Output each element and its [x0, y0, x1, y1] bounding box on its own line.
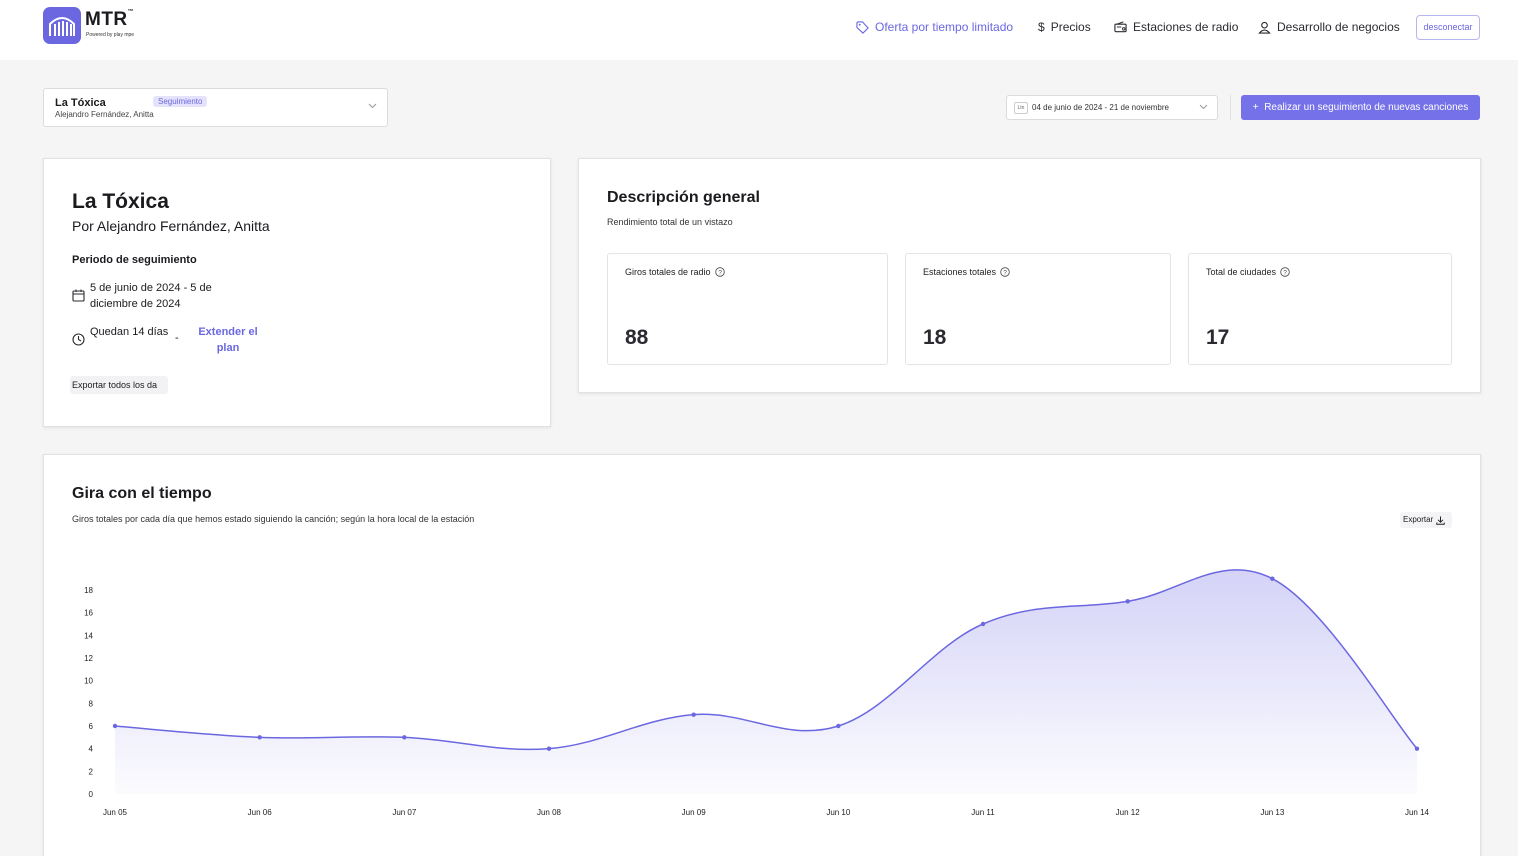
chart-y-tick-label: 10 — [84, 677, 93, 686]
chart-point — [691, 712, 696, 717]
tag-icon — [856, 20, 869, 34]
chart-point — [257, 735, 262, 740]
plus-icon: + — [1252, 102, 1259, 113]
track-new-songs-label: Realizar un seguimiento de nuevas cancio… — [1264, 102, 1469, 113]
nav-prices[interactable]: $ Precios — [1038, 20, 1091, 34]
toolbar-divider — [1230, 95, 1231, 120]
help-icon[interactable]: ? — [1280, 267, 1290, 277]
nav-radio-stations-label: Estaciones de radio — [1133, 20, 1239, 34]
chart-point — [980, 621, 986, 627]
chart-area-fill — [115, 569, 1417, 794]
chart-x-tick-label: Jun 12 — [1116, 808, 1141, 817]
chart-y-tick-label: 6 — [89, 722, 94, 731]
stat-value: 88 — [625, 326, 649, 349]
help-icon[interactable]: ? — [1000, 267, 1010, 277]
chart-x-tick-label: Jun 09 — [682, 808, 707, 817]
brand-name[interactable]: MTR™ — [85, 9, 134, 31]
stat-total-cities: Total de ciudades ? 17 — [1188, 253, 1452, 365]
stat-label: Total de ciudades — [1206, 267, 1277, 277]
tracking-period-dates: 5 de junio de 2024 - 5 de diciembre de 2… — [90, 282, 212, 310]
stat-label: Estaciones totales — [923, 267, 997, 277]
song-artists: Por Alejandro Fernández, Anitta — [72, 218, 270, 234]
track-new-songs-button[interactable]: + Realizar un seguimiento de nuevas canc… — [1241, 95, 1480, 120]
stat-label: Giros totales de radio — [625, 267, 711, 277]
chart-x-tick-label: Jun 05 — [103, 808, 128, 817]
chart-y-tick-label: 14 — [84, 631, 93, 640]
nav-limited-offer-label: Oferta por tiempo limitado — [875, 20, 1014, 34]
chevron-down-icon — [368, 103, 377, 109]
song-selector-dropdown[interactable]: La Tóxica Seguimiento Alejandro Fernánde… — [43, 88, 388, 127]
chart-x-tick-label: Jun 08 — [537, 808, 562, 817]
stat-total-spins: Giros totales de radio ? 88 — [607, 253, 888, 365]
chart-point — [112, 723, 118, 729]
chart-point — [546, 746, 552, 751]
chart-y-tick-label: 12 — [84, 654, 93, 663]
chart-point — [1270, 576, 1275, 581]
chart-y-tick-label: 8 — [89, 699, 94, 708]
song-info-card: La Tóxica Por Alejandro Fernández, Anitt… — [43, 158, 551, 427]
nav-business-development[interactable]: Desarrollo de negocios — [1258, 20, 1400, 34]
stat-value: 18 — [923, 326, 947, 349]
chart-point — [402, 735, 407, 740]
chart-y-tick-label: 4 — [89, 745, 94, 754]
song-title: La Tóxica — [72, 190, 169, 213]
svg-text:?: ? — [718, 269, 722, 276]
chart-x-tick-label: Jun 11 — [971, 808, 995, 817]
chart-y-tick-label: 18 — [84, 586, 93, 595]
overview-title: Descripción general — [607, 189, 760, 206]
stat-total-stations: Estaciones totales ? 18 — [905, 253, 1171, 365]
brand-powered-by: Powered by play mpe — [86, 32, 135, 38]
calendar-icon — [72, 289, 85, 302]
tracking-badge: Seguimiento — [153, 96, 208, 107]
selected-song-artists: Alejandro Fernández, Anitta — [55, 110, 154, 119]
spins-area-chart: 0 2 4 6 8 10 12 14 16 18 Jun 05 Jun 06 Jun 07 Jun 08 J… — [84, 569, 1430, 817]
svg-text:?: ? — [1283, 269, 1287, 276]
chart-point — [1125, 599, 1130, 604]
chart-x-tick-label: Jun 13 — [1260, 808, 1285, 817]
user-icon — [1258, 21, 1271, 34]
chart-x-tick-label: Jun 06 — [248, 808, 273, 817]
selected-song-title: La Tóxica — [55, 97, 106, 109]
dollar-icon: $ — [1038, 20, 1045, 34]
svg-text:?: ? — [1003, 269, 1007, 276]
extend-plan-link[interactable]: Extender el plan — [194, 324, 262, 356]
chart-x-tick-label: Jun 10 — [826, 808, 851, 817]
separator-dash: - — [175, 332, 179, 344]
spins-over-time-card: Gira con el tiempo Giros totales por cad… — [43, 454, 1481, 856]
nav-prices-label: Precios — [1050, 20, 1091, 34]
chart-y-tick-label: 0 — [89, 790, 94, 799]
chart-point — [836, 723, 841, 729]
help-icon[interactable]: ? — [714, 267, 725, 277]
date-range-value: 04 de junio de 2024 - 21 de noviembre — [1032, 103, 1169, 112]
clock-icon — [72, 333, 85, 346]
stat-value: 17 — [1206, 326, 1230, 349]
date-range-picker[interactable]: Ltn 04 de junio de 2024 - 21 de noviembr… — [1006, 95, 1218, 120]
logo-icon[interactable] — [43, 7, 81, 44]
calendar-lang-icon: Ltn — [1014, 102, 1028, 114]
days-remaining: Quedan 14 días — [90, 326, 169, 338]
radio-tower-icon — [49, 17, 75, 36]
chart-point — [1414, 746, 1420, 751]
tracking-period-label: Periodo de seguimiento — [72, 254, 197, 266]
overview-card: Descripción general Rendimiento total de… — [578, 158, 1481, 393]
nav-limited-offer[interactable]: Oferta por tiempo limitado — [856, 20, 1013, 34]
export-all-data-button[interactable]: Exportar todos los da — [70, 376, 168, 394]
nav-radio-stations[interactable]: Estaciones de radio — [1114, 20, 1238, 34]
logout-button[interactable]: desconectar — [1416, 15, 1480, 40]
chart-x-tick-label: Jun 07 — [392, 808, 417, 817]
chart-x-tick-label: Jun 14 — [1405, 808, 1430, 817]
overview-subtitle: Rendimiento total de un vistazo — [607, 217, 733, 227]
chart-y-tick-label: 2 — [89, 767, 94, 776]
chart-y-tick-label: 16 — [84, 609, 93, 618]
nav-business-development-label: Desarrollo de negocios — [1277, 20, 1400, 34]
radio-icon — [1114, 21, 1127, 33]
top-header: MTR™ Powered by play mpe Oferta por tiem… — [0, 0, 1518, 60]
chevron-down-icon — [1199, 104, 1208, 110]
